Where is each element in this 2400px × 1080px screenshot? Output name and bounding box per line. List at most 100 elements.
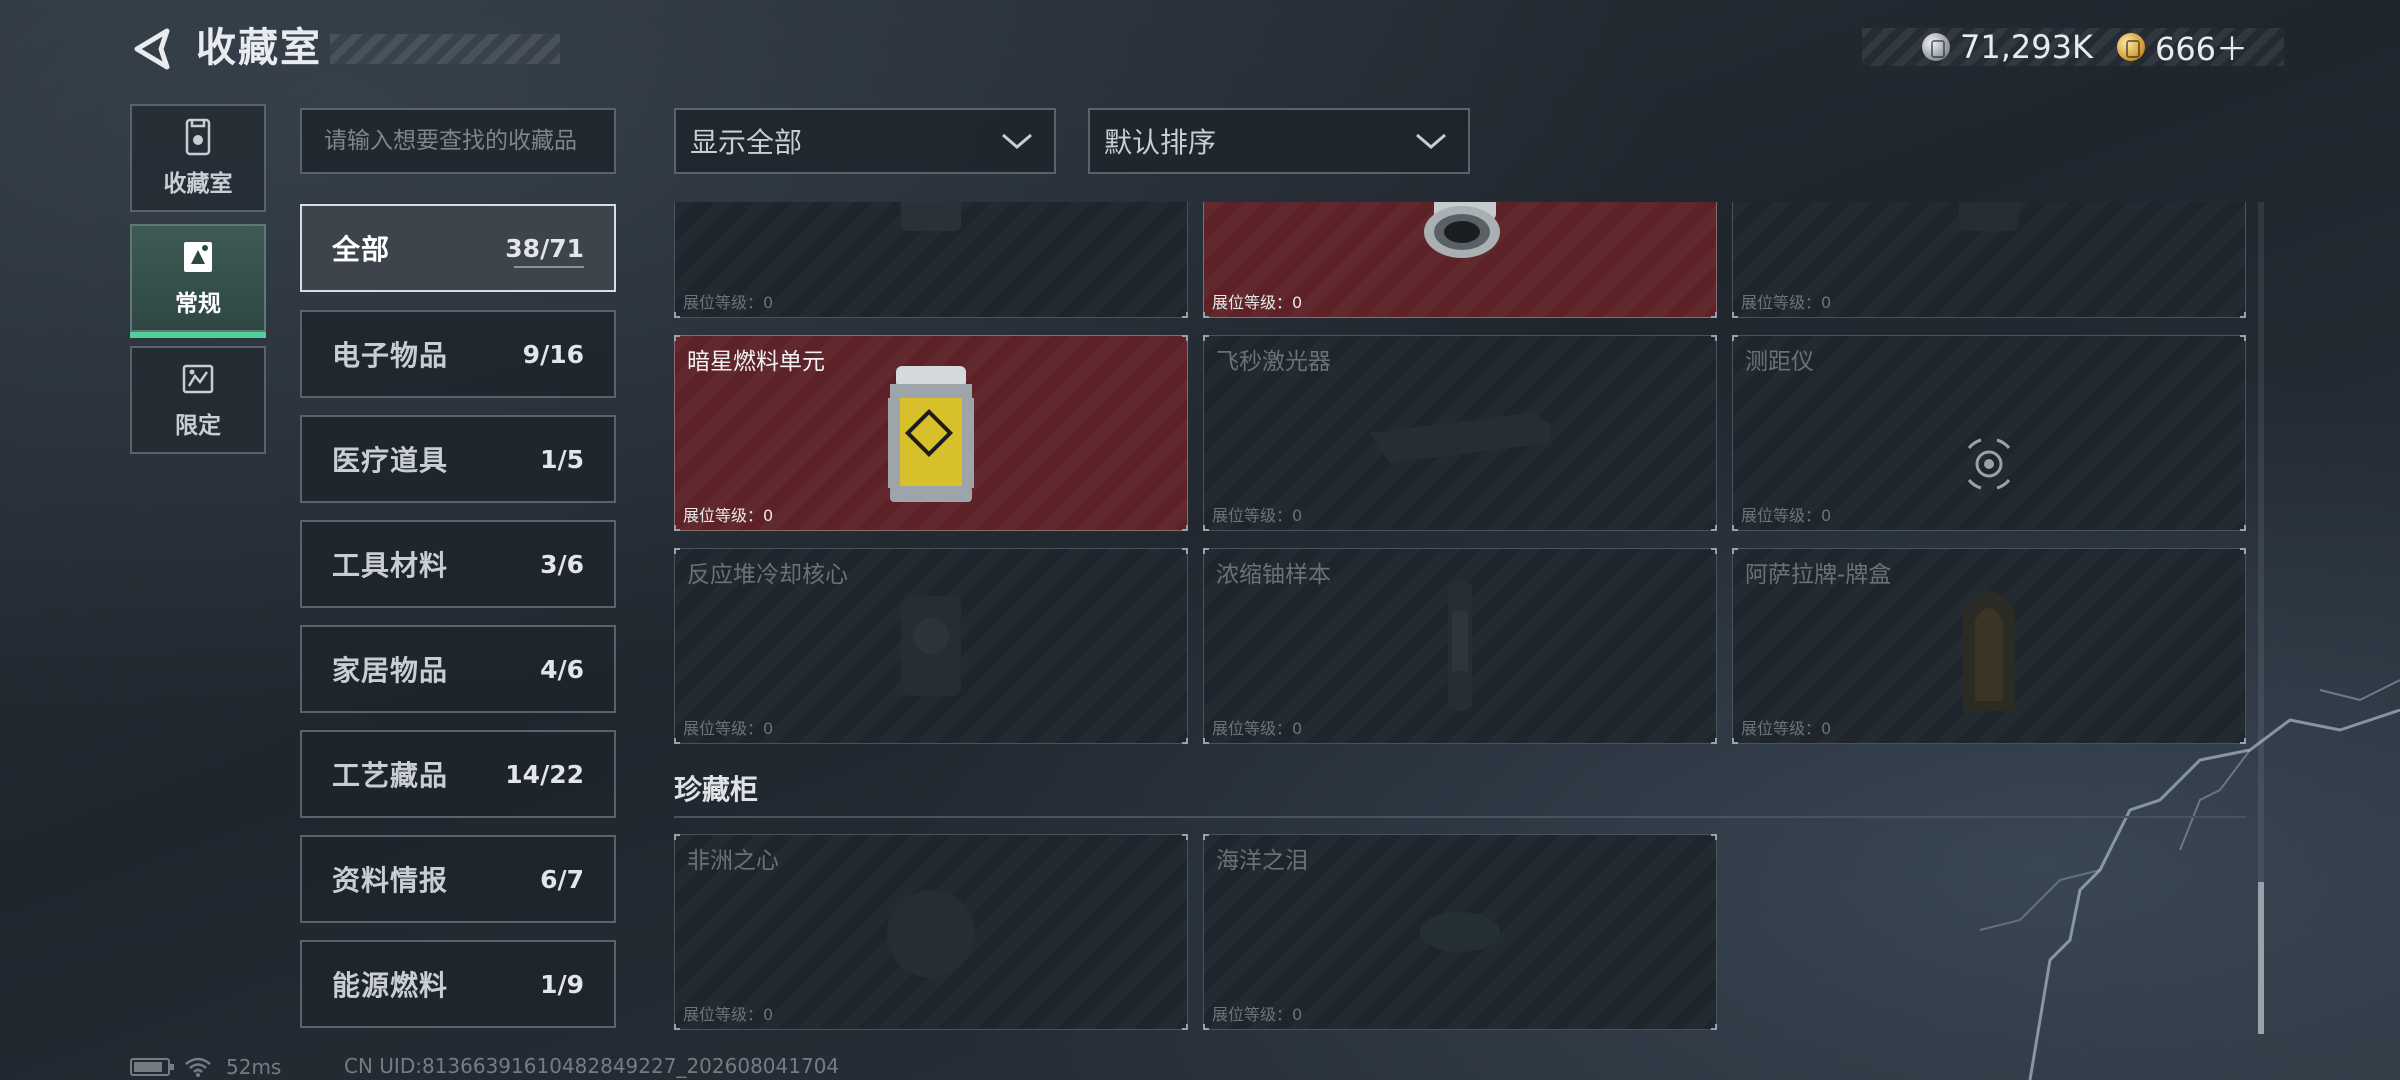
regular-icon bbox=[184, 242, 212, 272]
collection-card[interactable]: 阿萨拉牌-牌盒 展位等级：0 bbox=[1732, 548, 2246, 744]
box-icon bbox=[1959, 202, 2019, 231]
laser-icon bbox=[1370, 413, 1550, 463]
category-name: 工具材料 bbox=[332, 549, 449, 582]
currency-gold[interactable]: 666＋ bbox=[2116, 24, 2249, 70]
back-button[interactable] bbox=[128, 26, 174, 72]
canister-icon bbox=[1424, 202, 1500, 259]
category-medical[interactable]: 医疗道具 1/5 bbox=[300, 415, 616, 503]
section-divider bbox=[674, 816, 2246, 818]
card-box-icon bbox=[1963, 591, 2015, 711]
category-count: 9/16 bbox=[522, 339, 584, 369]
collection-card[interactable]: 海洋之泪 展位等级：0 bbox=[1203, 834, 1717, 1030]
card-name: 海洋之泪 bbox=[1216, 848, 1308, 874]
gold-coin-icon bbox=[2116, 33, 2145, 61]
card-name: 测距仪 bbox=[1745, 349, 1814, 375]
filter-dropdown[interactable]: 显示全部 bbox=[674, 108, 1056, 174]
collection-card[interactable]: 暗星燃料单元 展位等级：0 bbox=[674, 335, 1188, 531]
card-name: 飞秒激光器 bbox=[1216, 349, 1331, 375]
category-name: 电子物品 bbox=[332, 339, 449, 372]
category-name: 家居物品 bbox=[332, 654, 449, 687]
category-intel[interactable]: 资料情报 6/7 bbox=[300, 835, 616, 923]
side-tab-limited[interactable]: 限定 bbox=[130, 346, 266, 454]
section-title: 珍藏柜 bbox=[674, 773, 759, 806]
side-tab-label: 收藏室 bbox=[163, 171, 233, 197]
collection-card[interactable]: 反应堆冷却核心 展位等级：0 bbox=[674, 548, 1188, 744]
chevron-down-icon bbox=[1416, 133, 1446, 149]
back-arrow-icon bbox=[134, 28, 170, 70]
search-field[interactable] bbox=[300, 108, 616, 174]
silver-coin-icon bbox=[1922, 33, 1950, 61]
fuel-cell-icon bbox=[888, 366, 974, 502]
status-bar: 52ms bbox=[130, 1054, 281, 1080]
card-name: 反应堆冷却核心 bbox=[687, 562, 848, 588]
side-tab-collection-room[interactable]: 收藏室 bbox=[130, 104, 266, 212]
card-name: 非洲之心 bbox=[687, 848, 779, 874]
card-level: 展位等级：0 bbox=[683, 506, 774, 525]
category-fuel[interactable]: 能源燃料 1/9 bbox=[300, 940, 616, 1028]
teardrop-gem-icon bbox=[1420, 912, 1500, 952]
card-name: 浓缩铀样本 bbox=[1216, 562, 1331, 588]
card-level: 展位等级：0 bbox=[683, 293, 774, 312]
collection-card[interactable]: 浓缩铀样本 展位等级：0 bbox=[1203, 548, 1717, 744]
category-count: 1/5 bbox=[540, 444, 584, 474]
collection-card[interactable]: 测距仪 展位等级：0 bbox=[1732, 335, 2246, 531]
collection-grid[interactable]: 展位等级：0 展位等级：0 展位等级：0 暗星燃料单元 展位等级：0 飞秒激光器… bbox=[674, 202, 2246, 1032]
category-household[interactable]: 家居物品 4/6 bbox=[300, 625, 616, 713]
collection-card[interactable]: 非洲之心 展位等级：0 bbox=[674, 834, 1188, 1030]
category-name: 资料情报 bbox=[332, 864, 449, 897]
card-level: 展位等级：0 bbox=[683, 1005, 774, 1024]
silver-amount: 71,293K bbox=[1960, 28, 2093, 66]
category-count: 1/9 bbox=[540, 969, 584, 999]
ping-value: 52ms bbox=[226, 1055, 282, 1079]
currency-silver[interactable]: 71,293K bbox=[1922, 28, 2093, 66]
page-title: 收藏室 bbox=[196, 25, 322, 71]
grid-scrollbar[interactable] bbox=[2258, 202, 2264, 1034]
card-level: 展位等级：0 bbox=[1741, 719, 1832, 738]
card-level: 展位等级：0 bbox=[1741, 506, 1832, 525]
limited-icon bbox=[182, 364, 214, 394]
category-crafts[interactable]: 工艺藏品 14/22 bbox=[300, 730, 616, 818]
card-name: 阿萨拉牌-牌盒 bbox=[1745, 562, 1892, 588]
category-all[interactable]: 全部 38/71 bbox=[300, 204, 616, 292]
gem-icon bbox=[887, 890, 975, 978]
category-count: 3/6 bbox=[540, 549, 584, 579]
card-name: 暗星燃料单元 bbox=[687, 349, 825, 375]
category-count: 6/7 bbox=[540, 864, 584, 894]
collection-room-icon bbox=[185, 118, 211, 156]
side-tab-label: 常规 bbox=[175, 291, 221, 317]
active-category-underline bbox=[514, 266, 584, 268]
collection-card[interactable]: 展位等级：0 bbox=[674, 202, 1188, 318]
card-level: 展位等级：0 bbox=[1212, 506, 1303, 525]
wifi-icon bbox=[185, 1057, 211, 1077]
side-tab-regular[interactable]: 常规 bbox=[130, 224, 266, 338]
title-decoration bbox=[330, 34, 560, 64]
gold-amount: 666＋ bbox=[2154, 30, 2249, 68]
collection-card[interactable]: 展位等级：0 bbox=[1732, 202, 2246, 318]
search-input[interactable] bbox=[324, 128, 592, 154]
collection-card[interactable]: 展位等级：0 bbox=[1203, 202, 1717, 318]
currency-bar: 71,293K 666＋ bbox=[1862, 28, 2284, 68]
category-name: 工艺藏品 bbox=[332, 759, 449, 792]
category-count: 38/71 bbox=[505, 233, 584, 263]
collection-card[interactable]: 飞秒激光器 展位等级：0 bbox=[1203, 335, 1717, 531]
reactor-core-icon bbox=[901, 596, 961, 696]
sort-dropdown-value: 默认排序 bbox=[1104, 126, 1217, 159]
scrollbar-thumb[interactable] bbox=[2258, 882, 2264, 1034]
card-level: 展位等级：0 bbox=[1212, 719, 1303, 738]
sort-dropdown[interactable]: 默认排序 bbox=[1088, 108, 1470, 174]
card-level: 展位等级：0 bbox=[1212, 293, 1303, 312]
category-tools[interactable]: 工具材料 3/6 bbox=[300, 520, 616, 608]
uid-text: CN UID:81366391610482849227_202608041704 bbox=[344, 1054, 840, 1078]
category-name: 能源燃料 bbox=[332, 969, 449, 1002]
uranium-icon bbox=[1448, 581, 1472, 711]
card-level: 展位等级：0 bbox=[683, 719, 774, 738]
battery-icon bbox=[130, 1058, 174, 1076]
category-count: 4/6 bbox=[540, 654, 584, 684]
card-level: 展位等级：0 bbox=[1212, 1005, 1303, 1024]
relic-icon bbox=[901, 202, 961, 231]
category-electronics[interactable]: 电子物品 9/16 bbox=[300, 310, 616, 398]
rangefinder-icon bbox=[1967, 438, 2011, 490]
filter-dropdown-value: 显示全部 bbox=[690, 126, 803, 159]
card-level: 展位等级：0 bbox=[1741, 293, 1832, 312]
category-count: 14/22 bbox=[505, 759, 584, 789]
